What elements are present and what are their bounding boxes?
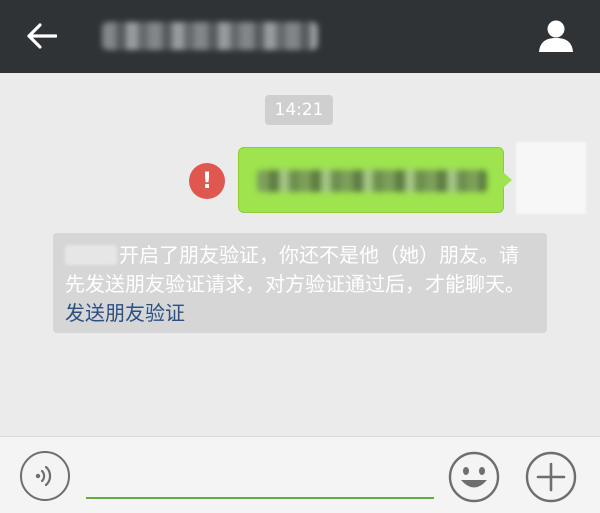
outgoing-message-bubble[interactable] bbox=[238, 147, 512, 213]
message-input[interactable] bbox=[86, 451, 434, 499]
my-avatar[interactable] bbox=[516, 142, 586, 214]
title-bar bbox=[0, 0, 600, 73]
notice-text: 开启了朋友验证，你还不是他（她）朋友。请先发送朋友验证请求，对方验证通过后，才能… bbox=[65, 243, 525, 296]
message-text-redacted bbox=[257, 170, 487, 192]
send-verification-link[interactable]: 发送朋友验证 bbox=[65, 301, 185, 325]
chat-title-redacted bbox=[102, 22, 318, 50]
input-bar bbox=[0, 436, 600, 513]
voice-icon bbox=[35, 465, 52, 487]
send-failed-icon[interactable]: ! bbox=[189, 163, 225, 199]
smiley-icon bbox=[448, 451, 500, 503]
contact-name-redacted bbox=[65, 245, 117, 265]
more-functions-button[interactable] bbox=[525, 451, 577, 503]
friend-verification-notice: 开启了朋友验证，你还不是他（她）朋友。请先发送朋友验证请求，对方验证通过后，才能… bbox=[53, 233, 547, 333]
chat-info-button[interactable] bbox=[534, 14, 578, 58]
emoji-button[interactable] bbox=[448, 451, 500, 503]
back-button[interactable] bbox=[22, 16, 62, 56]
message-timestamp: 14:21 bbox=[265, 95, 333, 125]
arrow-left-icon bbox=[27, 23, 57, 49]
voice-input-button[interactable] bbox=[20, 451, 70, 501]
plus-icon bbox=[525, 451, 577, 503]
person-icon bbox=[539, 20, 573, 52]
